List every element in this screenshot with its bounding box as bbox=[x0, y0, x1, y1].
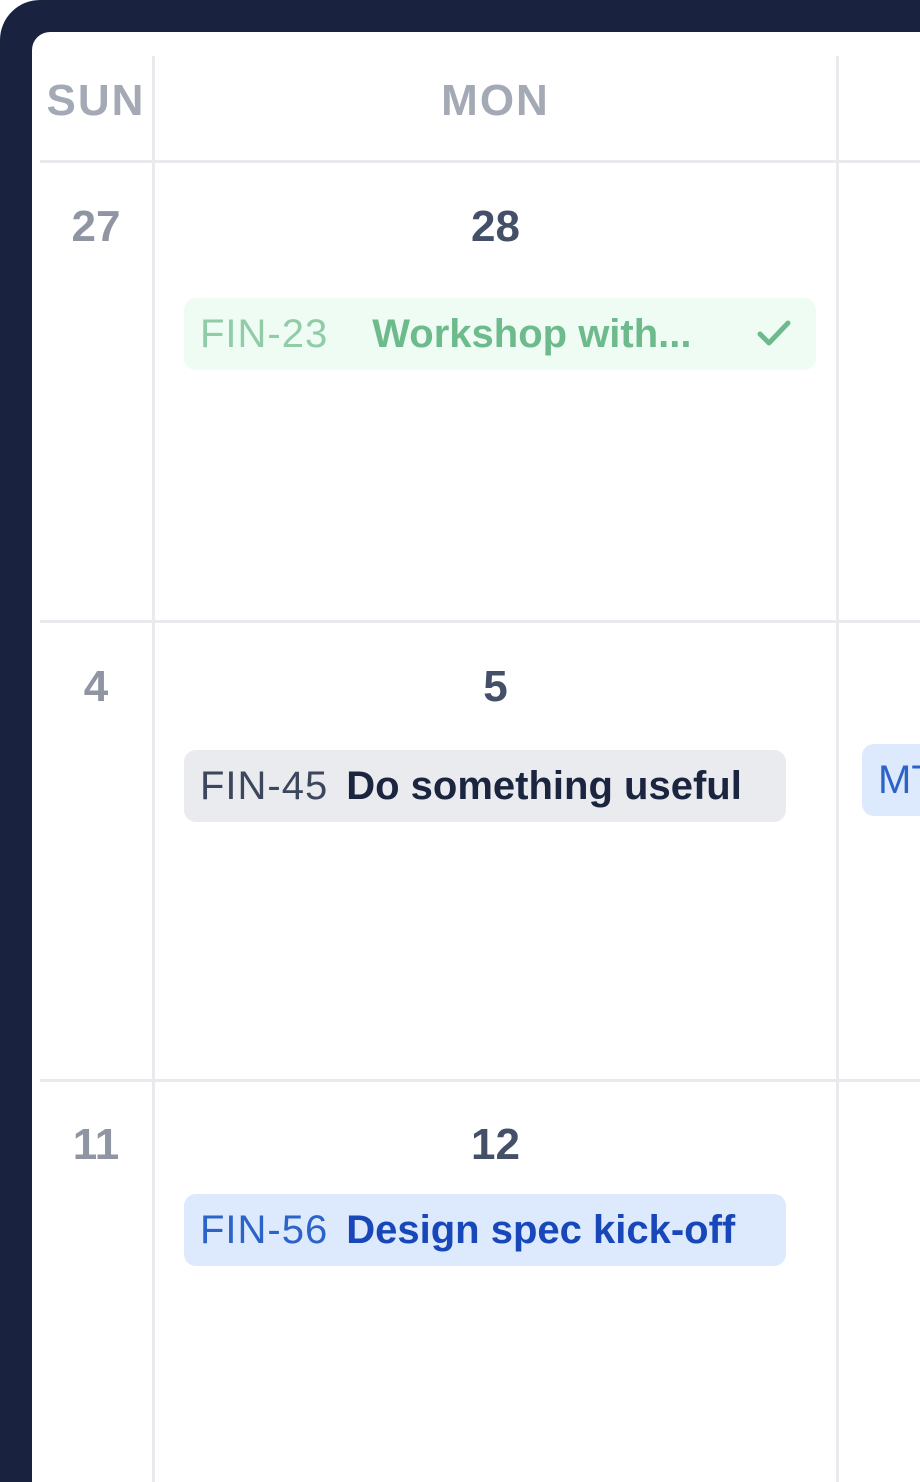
event-title: Design spec kick-off bbox=[346, 1207, 736, 1252]
row-divider bbox=[40, 620, 920, 623]
date-cell-sun[interactable]: 4 bbox=[40, 662, 152, 712]
check-icon bbox=[757, 320, 791, 346]
event-fin-45[interactable]: FIN-45 Do something useful bbox=[184, 750, 786, 822]
event-fin-23[interactable]: FIN-23 Workshop with... bbox=[184, 298, 816, 370]
event-title: Do something useful bbox=[346, 763, 742, 808]
date-cell-mon[interactable]: 12 bbox=[155, 1120, 836, 1170]
event-code: FIN-56 bbox=[200, 1207, 329, 1252]
event-code: FIN-45 bbox=[200, 763, 329, 808]
day-header-sun: SUN bbox=[46, 76, 146, 125]
date-cell-sun[interactable]: 11 bbox=[40, 1120, 152, 1170]
date-cell-mon[interactable]: 5 bbox=[155, 662, 836, 712]
app-frame: SUN MON 27 28 FIN-23 Workshop with... 4 … bbox=[0, 0, 920, 1482]
event-fin-56[interactable]: FIN-56 Design spec kick-off bbox=[184, 1194, 786, 1266]
date-cell-mon[interactable]: 28 bbox=[155, 202, 836, 252]
column-divider bbox=[152, 56, 155, 1482]
date-cell-sun[interactable]: 27 bbox=[40, 202, 152, 252]
column-divider bbox=[836, 56, 839, 1482]
event-code: FIN-23 bbox=[200, 311, 329, 356]
event-code: MT bbox=[878, 757, 920, 802]
event-partial-next-column[interactable]: MT bbox=[862, 744, 920, 816]
event-title: Workshop with... bbox=[372, 311, 692, 356]
row-divider bbox=[40, 160, 920, 163]
row-divider bbox=[40, 1079, 920, 1082]
day-header-mon: MON bbox=[441, 76, 550, 125]
calendar-panel: SUN MON 27 28 FIN-23 Workshop with... 4 … bbox=[32, 32, 920, 1482]
